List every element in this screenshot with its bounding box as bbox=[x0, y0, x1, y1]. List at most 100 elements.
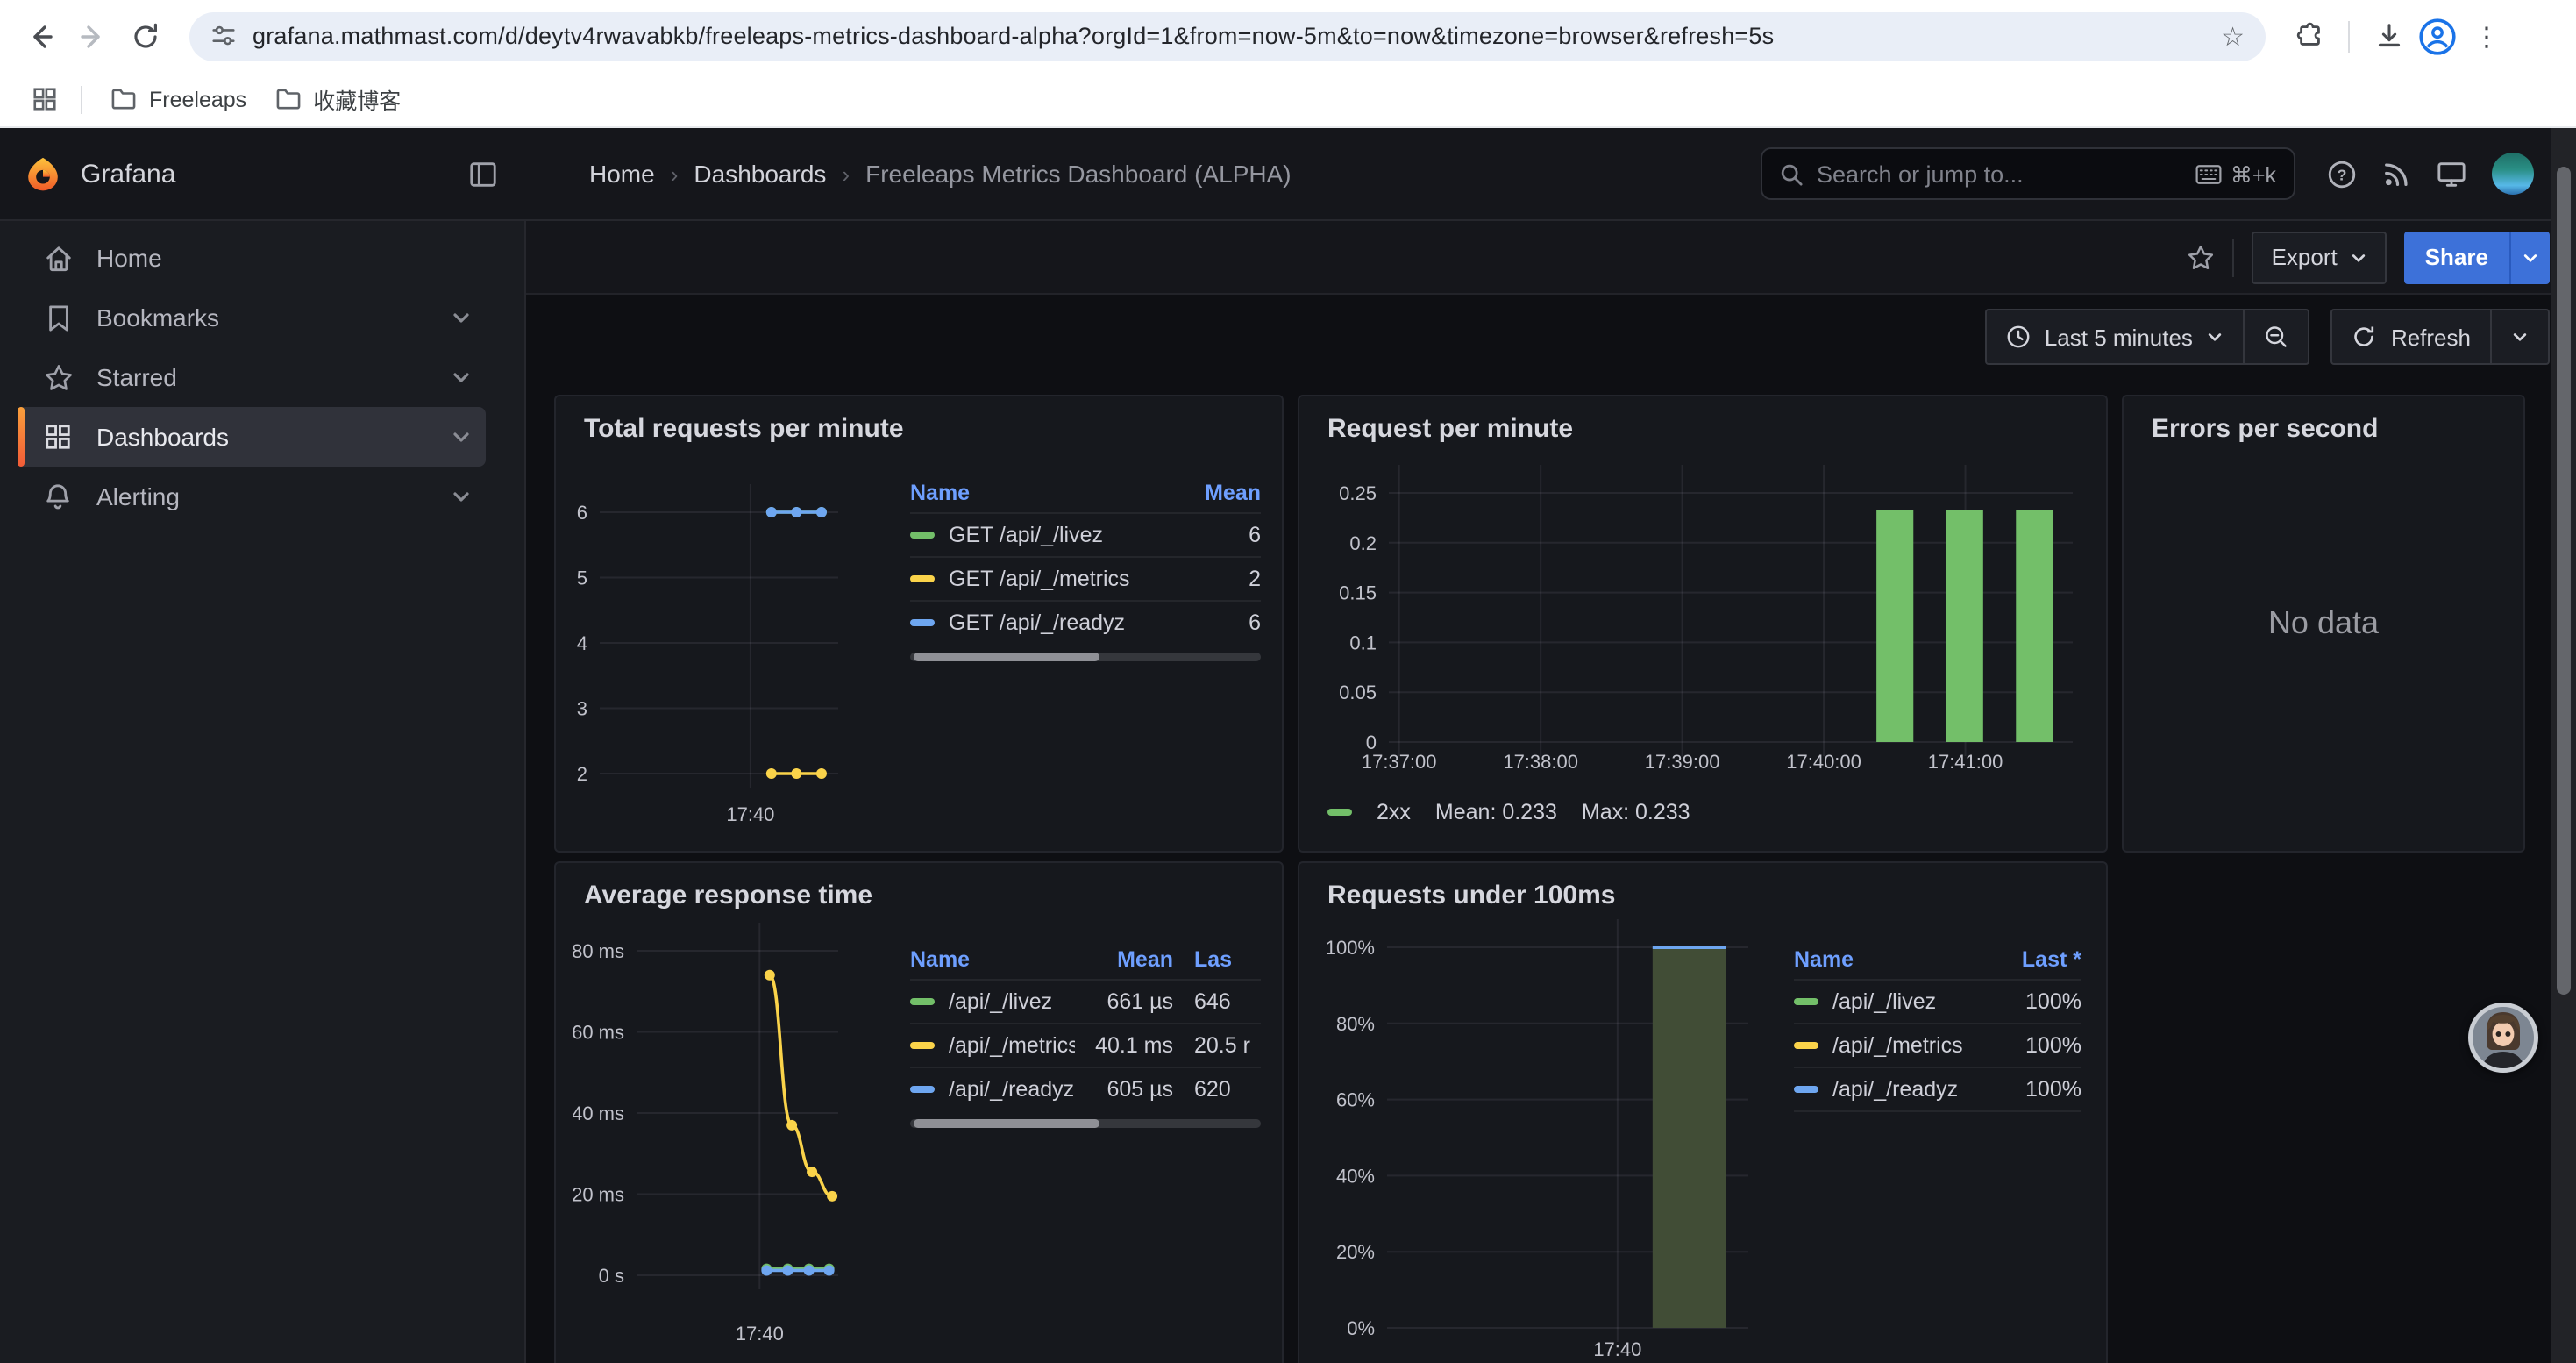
grafana-logo-icon[interactable] bbox=[25, 155, 61, 192]
browser-menu-icon[interactable]: ⋮ bbox=[2464, 13, 2509, 59]
sidebar-item-bookmarks[interactable]: Bookmarks bbox=[18, 288, 486, 347]
legend-row[interactable]: /api/_/metrics40.1 ms20.5 r bbox=[910, 1023, 1261, 1067]
panel-title[interactable]: Request per minute bbox=[1299, 396, 2106, 446]
profile-avatar-icon[interactable] bbox=[2418, 17, 2457, 55]
search-shortcut: ⌘+k bbox=[2195, 161, 2276, 187]
chart-request-per-minute[interactable]: 0.250.20.150.10.05017:37:0017:38:0017:39… bbox=[1326, 449, 2083, 793]
legend-scrollbar[interactable] bbox=[910, 1119, 1261, 1128]
legend-table: NameLast */api/_/livez100%/api/_/metrics… bbox=[1794, 940, 2081, 1363]
chart-requests-under-100ms[interactable]: 100%80%60%40%20%0%17:40 bbox=[1326, 912, 1773, 1363]
breadcrumb-home[interactable]: Home bbox=[589, 160, 655, 188]
breadcrumb-separator: › bbox=[671, 161, 679, 187]
url-text[interactable]: grafana.mathmast.com/d/deytv4rwavabkb/fr… bbox=[253, 23, 2221, 49]
legend-header: NameLast * bbox=[1794, 940, 2081, 979]
scrollbar-thumb[interactable] bbox=[2557, 167, 2571, 995]
legend-column-header[interactable]: Name bbox=[910, 947, 1075, 972]
back-icon[interactable] bbox=[14, 10, 67, 62]
svg-text:5: 5 bbox=[577, 567, 587, 589]
legend-column-header[interactable]: Mean bbox=[1075, 947, 1173, 972]
legend-row[interactable]: /api/_/livez661 µs646 bbox=[910, 979, 1261, 1023]
bookmarks-bar: Freeleaps 收藏博客 bbox=[0, 72, 2576, 128]
brand: Grafana bbox=[0, 155, 526, 192]
home-icon bbox=[42, 243, 74, 273]
dashboards-grid-icon bbox=[42, 423, 74, 451]
legend-column-header[interactable]: Mean bbox=[1187, 481, 1261, 505]
legend-row[interactable]: GET /api/_/livez6 bbox=[910, 512, 1261, 556]
actions-divider bbox=[2233, 238, 2235, 276]
browser-toolbar: grafana.mathmast.com/d/deytv4rwavabkb/fr… bbox=[0, 0, 2576, 72]
panel-title[interactable]: Requests under 100ms bbox=[1299, 863, 2106, 912]
panel-requests-under-100ms: Requests under 100ms 100%80%60%40%20%0%1… bbox=[1298, 861, 2108, 1363]
legend-inline[interactable]: 2xx Mean: 0.233 Max: 0.233 bbox=[1327, 796, 2106, 828]
refresh-interval-chevron[interactable] bbox=[2490, 310, 2548, 363]
chart-avg-response-time[interactable]: 80 ms60 ms40 ms20 ms0 s17:40 bbox=[573, 912, 907, 1363]
series-color-pill bbox=[910, 532, 935, 539]
favorite-star-icon[interactable] bbox=[2188, 243, 2216, 271]
news-rss-icon[interactable] bbox=[2381, 159, 2411, 189]
sidebar: Home Bookmarks Starred bbox=[0, 221, 526, 1363]
floating-assistant-avatar[interactable] bbox=[2467, 1002, 2539, 1074]
series-color-pill bbox=[910, 619, 935, 626]
legend-mean: Mean: 0.233 bbox=[1435, 800, 1557, 824]
legend-row[interactable]: /api/_/readyz605 µs620 bbox=[910, 1067, 1261, 1110]
help-icon[interactable]: ? bbox=[2327, 159, 2357, 189]
legend-column-header[interactable]: Name bbox=[910, 481, 1187, 505]
bookmark-folder-freeleaps[interactable]: Freeleaps bbox=[96, 80, 260, 118]
chart-total-requests[interactable]: 6543217:40 bbox=[573, 449, 907, 828]
breadcrumb-current: Freeleaps Metrics Dashboard (ALPHA) bbox=[865, 160, 1292, 188]
refresh-button[interactable]: Refresh bbox=[2333, 310, 2490, 363]
brand-name: Grafana bbox=[81, 159, 175, 189]
chevron-down-icon[interactable] bbox=[451, 486, 472, 507]
export-button[interactable]: Export bbox=[2252, 231, 2387, 283]
site-settings-icon[interactable] bbox=[210, 23, 237, 49]
chevron-down-icon bbox=[2207, 328, 2224, 346]
legend-row[interactable]: /api/_/readyz100% bbox=[1794, 1067, 2081, 1112]
share-button[interactable]: Share bbox=[2404, 231, 2509, 283]
zoom-out-button[interactable] bbox=[2244, 310, 2309, 363]
search-input[interactable]: Search or jump to... ⌘+k bbox=[1761, 147, 2295, 200]
address-bar[interactable]: grafana.mathmast.com/d/deytv4rwavabkb/fr… bbox=[189, 11, 2266, 61]
panel-title[interactable]: Total requests per minute bbox=[556, 396, 1282, 446]
legend-row[interactable]: GET /api/_/metrics2 bbox=[910, 556, 1261, 600]
sidebar-item-starred[interactable]: Starred bbox=[18, 347, 486, 407]
svg-text:17:41:00: 17:41:00 bbox=[1928, 751, 2003, 773]
sidebar-item-dashboards[interactable]: Dashboards bbox=[18, 407, 486, 467]
svg-text:0.15: 0.15 bbox=[1339, 582, 1377, 604]
time-range-picker[interactable]: Last 5 minutes bbox=[1987, 310, 2244, 363]
legend-row[interactable]: GET /api/_/readyz6 bbox=[910, 600, 1261, 644]
svg-text:0.25: 0.25 bbox=[1339, 482, 1377, 504]
legend-column-header[interactable]: Last * bbox=[1994, 947, 2081, 972]
apps-grid-icon[interactable] bbox=[21, 76, 67, 122]
share-menu-chevron[interactable] bbox=[2509, 231, 2550, 283]
forward-icon[interactable] bbox=[67, 10, 119, 62]
panel-title[interactable]: Average response time bbox=[556, 863, 1282, 912]
breadcrumb-dashboards[interactable]: Dashboards bbox=[694, 160, 826, 188]
user-avatar[interactable] bbox=[2492, 153, 2534, 195]
kiosk-monitor-icon[interactable] bbox=[2436, 159, 2467, 189]
topnav-icons: ? bbox=[2327, 153, 2534, 195]
sidebar-toggle-icon[interactable] bbox=[468, 159, 498, 189]
bookmark-star-icon[interactable]: ☆ bbox=[2221, 20, 2245, 52]
refresh-icon bbox=[2352, 325, 2377, 349]
svg-text:0.1: 0.1 bbox=[1349, 632, 1377, 653]
sidebar-item-label: Starred bbox=[96, 363, 177, 391]
sidebar-item-alerting[interactable]: Alerting bbox=[18, 467, 486, 526]
bookmark-folder-blogs[interactable]: 收藏博客 bbox=[260, 75, 415, 123]
legend-scrollbar[interactable] bbox=[910, 653, 1261, 661]
legend-row[interactable]: /api/_/livez100% bbox=[1794, 979, 2081, 1023]
chevron-down-icon bbox=[2350, 248, 2367, 266]
legend-row[interactable]: /api/_/metrics100% bbox=[1794, 1023, 2081, 1067]
legend-column-header[interactable]: Las bbox=[1173, 947, 1261, 972]
chevron-down-icon[interactable] bbox=[451, 367, 472, 388]
legend-column-header[interactable]: Name bbox=[1794, 947, 1994, 972]
chevron-down-icon[interactable] bbox=[451, 426, 472, 447]
legend-series-name[interactable]: 2xx bbox=[1377, 800, 1411, 824]
extensions-icon[interactable] bbox=[2287, 13, 2332, 59]
chevron-down-icon[interactable] bbox=[451, 307, 472, 328]
time-controls: Last 5 minutes Refresh bbox=[1985, 309, 2550, 365]
downloads-icon[interactable] bbox=[2366, 13, 2411, 59]
sidebar-item-home[interactable]: Home bbox=[18, 228, 486, 288]
series-color-pill bbox=[910, 1086, 935, 1093]
page-scrollbar[interactable] bbox=[2551, 128, 2576, 1363]
reload-icon[interactable] bbox=[119, 10, 172, 62]
